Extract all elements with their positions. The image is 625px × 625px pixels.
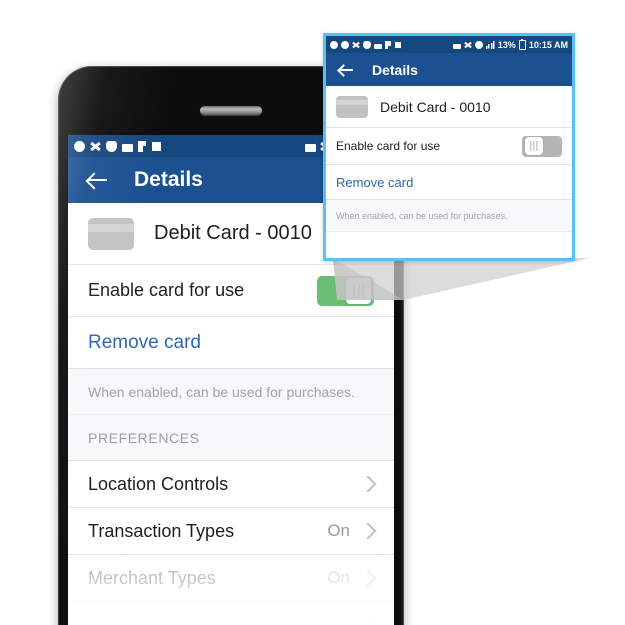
enable-card-label: Enable card for use bbox=[88, 280, 245, 300]
inset-card-label: Debit Card - 0010 bbox=[380, 98, 491, 115]
helper-note-text: When enabled, can be used for purchases. bbox=[88, 383, 355, 400]
chevron-right-icon bbox=[359, 616, 377, 625]
chevron-right-icon bbox=[359, 475, 377, 493]
screenshot-stage: 13% Details Debit Card - 0010 Enable car… bbox=[0, 0, 625, 625]
back-arrow-icon[interactable] bbox=[86, 169, 108, 191]
inset-enable-card-row[interactable]: Enable card for use bbox=[326, 128, 572, 165]
toggle-thumb bbox=[525, 137, 543, 155]
enable-card-toggle[interactable] bbox=[317, 275, 374, 306]
contact-icon bbox=[74, 140, 85, 152]
inset-card-row[interactable]: Debit Card - 0010 bbox=[326, 86, 572, 128]
remove-card-row[interactable]: Remove card bbox=[68, 317, 394, 369]
mail-icon bbox=[151, 140, 162, 152]
inset-toolbar: Details bbox=[326, 53, 572, 86]
contact-icon bbox=[330, 40, 338, 49]
signal-bars-icon bbox=[485, 40, 495, 49]
inset-status-bar: 13% 10:15 AM bbox=[326, 36, 572, 53]
card-label: Debit Card - 0010 bbox=[154, 222, 312, 244]
nfc-icon bbox=[304, 140, 316, 152]
inset-clock: 10:15 AM bbox=[528, 39, 568, 50]
nfc-icon bbox=[452, 40, 461, 49]
preferences-section-header: PREFERENCES bbox=[68, 415, 394, 461]
shield-icon bbox=[106, 140, 117, 152]
inset-helper-note-text: When enabled, can be used for purchases. bbox=[336, 210, 508, 221]
credit-card-icon bbox=[88, 217, 134, 250]
section-header-label: PREFERENCES bbox=[88, 429, 200, 446]
enable-card-row[interactable]: Enable card for use bbox=[68, 265, 394, 317]
inset-status-notification-icons bbox=[330, 40, 402, 49]
toggle-thumb bbox=[346, 277, 371, 304]
credit-card-icon bbox=[336, 95, 368, 118]
pref-row-hidden[interactable] bbox=[68, 602, 394, 625]
callout-zoom-panel: 13% 10:15 AM Details Debit Card - 0010 E… bbox=[323, 33, 575, 261]
pref-row-merchant-types[interactable]: Merchant Types On bbox=[68, 555, 394, 602]
pref-label: Location Controls bbox=[88, 473, 229, 494]
page-title: Details bbox=[134, 168, 203, 191]
close-icon bbox=[90, 141, 101, 152]
photo-icon bbox=[122, 140, 133, 152]
close-icon bbox=[352, 41, 360, 49]
remove-card-link[interactable]: Remove card bbox=[88, 332, 201, 354]
pref-label: Merchant Types bbox=[88, 567, 216, 588]
inset-helper-note-row: When enabled, can be used for purchases. bbox=[326, 200, 572, 232]
flag-icon bbox=[138, 140, 146, 152]
mail-icon bbox=[394, 40, 402, 49]
inset-page-title: Details bbox=[372, 61, 418, 78]
inset-battery-percent: 13% bbox=[497, 39, 516, 50]
inset-enable-card-label: Enable card for use bbox=[336, 139, 441, 153]
inset-remove-card-link[interactable]: Remove card bbox=[336, 175, 413, 190]
chevron-right-icon bbox=[359, 522, 377, 540]
pref-value: On bbox=[327, 521, 350, 540]
battery-icon bbox=[518, 38, 526, 50]
pref-row-transaction-types[interactable]: Transaction Types On bbox=[68, 508, 394, 555]
chevron-right-icon bbox=[359, 569, 377, 587]
back-arrow-icon[interactable] bbox=[338, 62, 354, 78]
pref-label: Transaction Types bbox=[88, 520, 235, 541]
shield-icon bbox=[363, 40, 371, 49]
inset-remove-card-row[interactable]: Remove card bbox=[326, 165, 572, 200]
flag-icon bbox=[385, 40, 391, 49]
status-notification-icons bbox=[74, 140, 162, 152]
pref-row-location-controls[interactable]: Location Controls bbox=[68, 461, 394, 508]
inset-status-system-icons: 13% 10:15 AM bbox=[452, 38, 568, 50]
earpiece-speaker bbox=[200, 106, 262, 115]
pref-value: On bbox=[327, 568, 350, 587]
mute-icon bbox=[464, 41, 472, 49]
contact-icon bbox=[341, 40, 349, 49]
photo-icon bbox=[374, 40, 382, 49]
sync-icon bbox=[474, 40, 483, 49]
helper-note-row: When enabled, can be used for purchases. bbox=[68, 369, 394, 415]
inset-enable-card-toggle[interactable] bbox=[522, 135, 562, 157]
